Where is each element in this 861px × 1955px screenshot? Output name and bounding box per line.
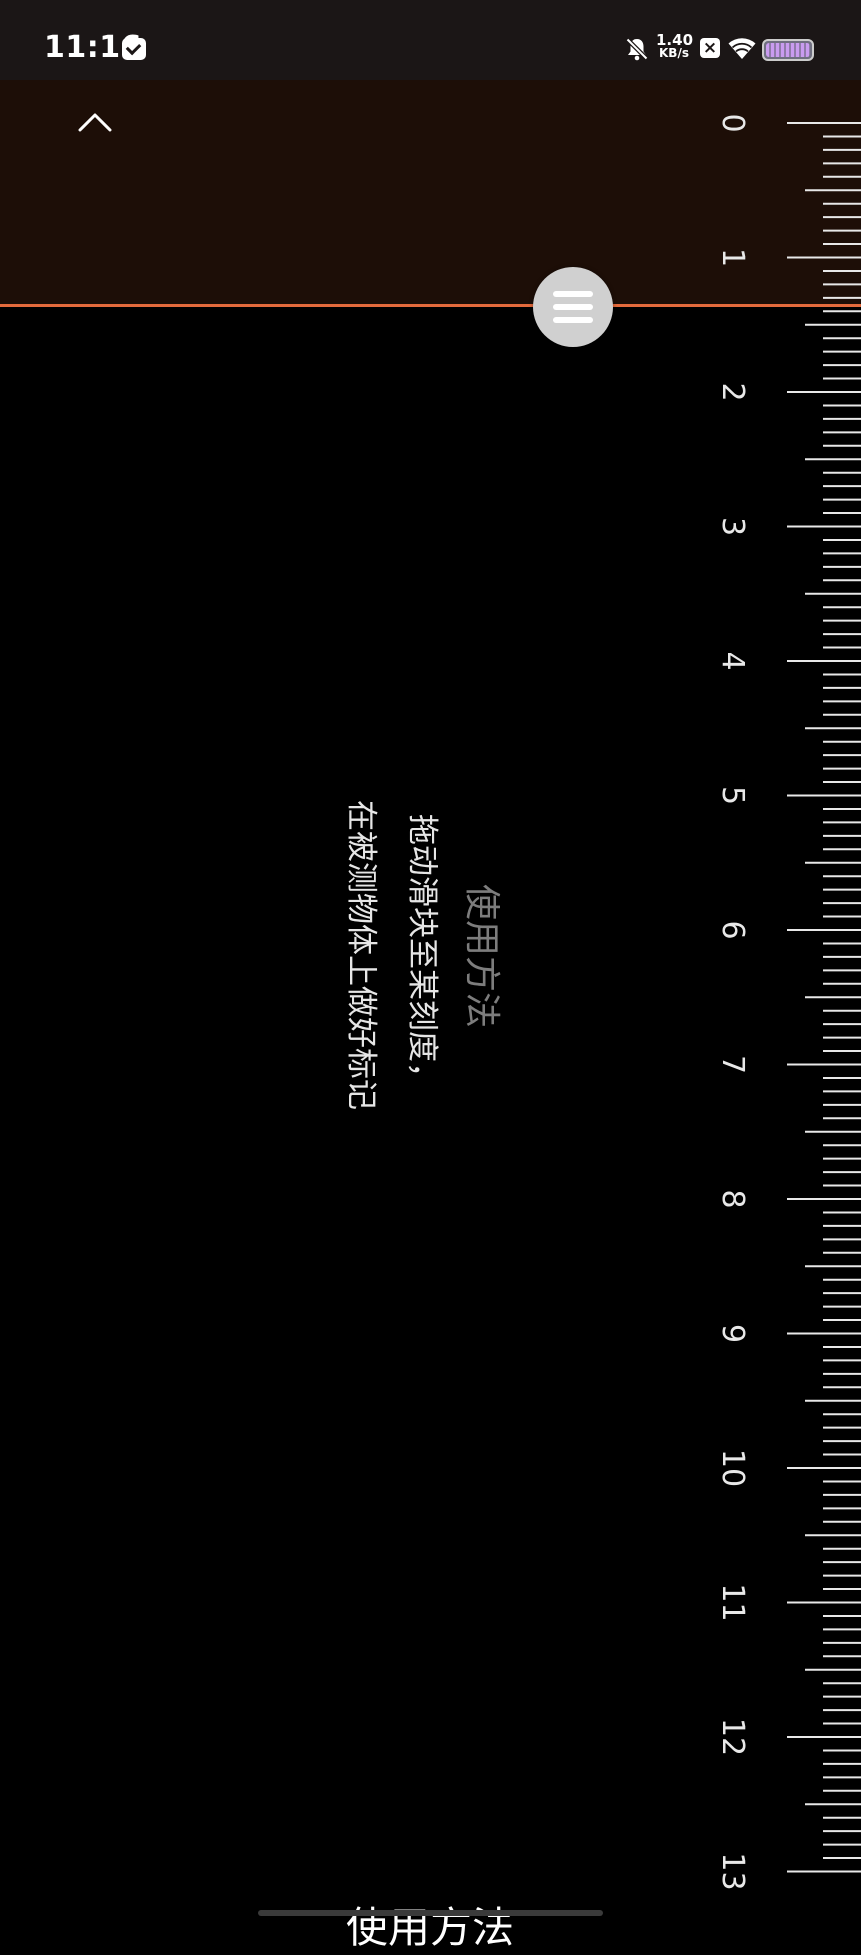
instructions-title: 使用方法 [461, 884, 502, 1029]
ruler-label: 4 [715, 651, 750, 670]
slider-handle[interactable] [533, 267, 613, 347]
ruler-label: 1 [715, 248, 750, 267]
ruler-label: 5 [715, 786, 750, 805]
ruler-label: 6 [715, 920, 750, 939]
ruler-label: 2 [715, 382, 750, 401]
instructions-line-1: 拖动滑块至某刻度， [404, 814, 440, 1093]
instructions-line-2: 在被测物体上做好标记 [343, 800, 379, 1110]
ruler-label: 13 [715, 1852, 750, 1890]
ruler-label: 0 [715, 113, 750, 132]
home-indicator[interactable] [258, 1910, 603, 1916]
usage-button[interactable]: 使用方法 [346, 1894, 514, 1955]
ruler-label: 3 [715, 517, 750, 536]
ruler-label: 9 [715, 1324, 750, 1343]
handle-grip-line [553, 291, 593, 297]
ruler-label: 10 [715, 1449, 750, 1487]
ruler-label: 12 [715, 1718, 750, 1756]
handle-grip-line [553, 317, 593, 323]
ruler-label: 11 [715, 1583, 750, 1621]
ruler-label: 8 [715, 1189, 750, 1208]
ruler-label: 7 [715, 1055, 750, 1074]
handle-grip-line [553, 304, 593, 310]
